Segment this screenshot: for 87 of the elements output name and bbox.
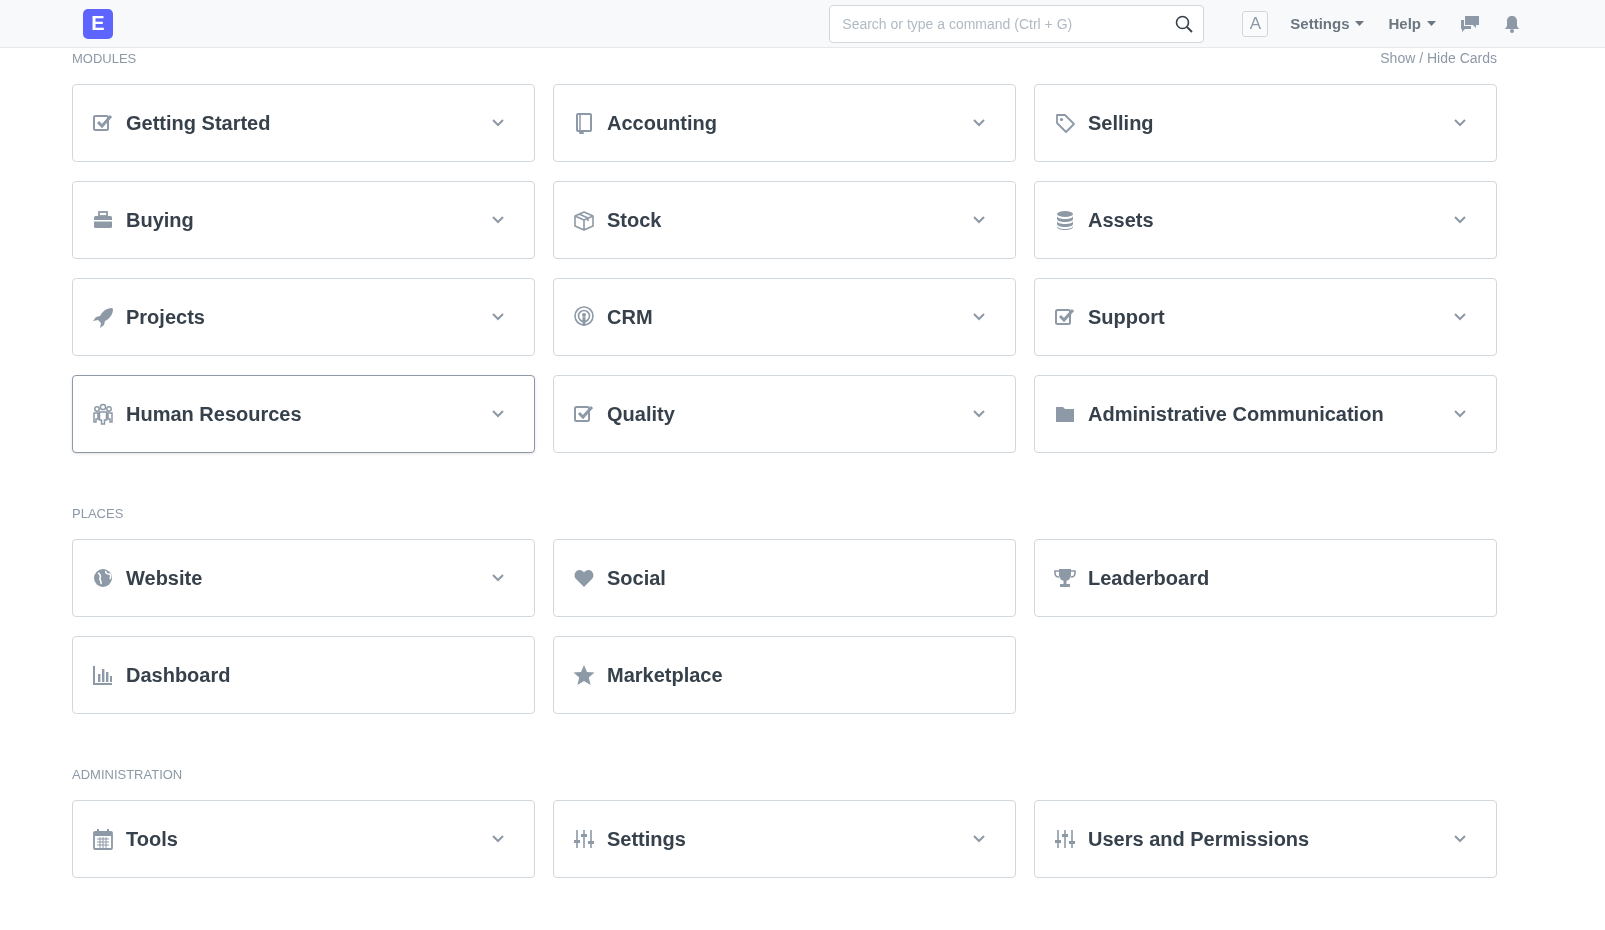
chevron-down-icon[interactable] xyxy=(973,410,985,418)
card-title: Human Resources xyxy=(126,402,303,426)
chevron-down-icon[interactable] xyxy=(492,835,504,843)
chevron-down-icon[interactable] xyxy=(1454,119,1466,127)
sliders-icon xyxy=(1054,828,1076,850)
module-card[interactable]: Leaderboard xyxy=(1034,539,1497,617)
card-title: Quality xyxy=(607,402,676,426)
module-card[interactable]: Users and Permissions xyxy=(1034,800,1497,878)
module-card[interactable]: Getting Started xyxy=(72,84,535,162)
search-icon[interactable] xyxy=(1175,14,1194,33)
app-logo[interactable]: E xyxy=(83,8,113,39)
check-square-icon xyxy=(1054,306,1076,328)
module-card[interactable]: Social xyxy=(553,539,1016,617)
calendar-icon xyxy=(92,828,114,850)
card-title: CRM xyxy=(607,305,654,329)
module-card[interactable]: Human Resources xyxy=(72,375,535,453)
card-title: Accounting xyxy=(607,111,718,135)
card-title: Assets xyxy=(1088,208,1155,232)
card-title: Getting Started xyxy=(126,111,272,135)
chevron-down-icon[interactable] xyxy=(973,216,985,224)
card-title: Support xyxy=(1088,305,1166,329)
star-icon xyxy=(573,664,595,686)
module-card[interactable]: Website xyxy=(72,539,535,617)
card-title: Website xyxy=(126,566,204,590)
chevron-down-icon[interactable] xyxy=(973,313,985,321)
chevron-down-icon[interactable] xyxy=(492,216,504,224)
menu-dropdown[interactable]: Settings xyxy=(1278,15,1377,32)
module-card[interactable]: Selling xyxy=(1034,84,1497,162)
notebook-icon xyxy=(573,112,595,134)
chevron-down-icon[interactable] xyxy=(973,835,985,843)
chat-bubbles-icon[interactable] xyxy=(1460,14,1480,33)
people-icon xyxy=(92,403,114,425)
module-card[interactable]: Dashboard xyxy=(72,636,535,714)
section-heading: MODULES xyxy=(72,50,137,66)
section-heading: ADMINISTRATION xyxy=(72,766,183,782)
module-card[interactable]: Buying xyxy=(72,181,535,259)
chevron-down-icon[interactable] xyxy=(1454,835,1466,843)
tag-icon xyxy=(1054,112,1076,134)
card-title: Projects xyxy=(126,305,206,329)
heart-icon xyxy=(573,567,595,589)
chevron-down-icon[interactable] xyxy=(492,410,504,418)
module-card[interactable]: Assets xyxy=(1034,181,1497,259)
briefcase-icon xyxy=(92,209,114,231)
card-title: Administrative Communication xyxy=(1088,402,1385,426)
caret-icon xyxy=(1355,21,1365,26)
bar-chart-icon xyxy=(92,664,114,686)
section-heading: PLACES xyxy=(72,505,124,521)
module-card[interactable]: Administrative Communication xyxy=(1034,375,1497,453)
bell-icon[interactable] xyxy=(1504,14,1520,33)
module-card[interactable]: CRM xyxy=(553,278,1016,356)
caret-icon xyxy=(1427,21,1436,26)
rocket-icon xyxy=(92,306,114,328)
card-title: Selling xyxy=(1088,111,1155,135)
module-card[interactable]: Stock xyxy=(553,181,1016,259)
check-square-icon xyxy=(573,403,595,425)
sliders-icon xyxy=(573,828,595,850)
module-card[interactable]: Projects xyxy=(72,278,535,356)
chevron-down-icon[interactable] xyxy=(1454,410,1466,418)
card-title: Dashboard xyxy=(126,663,232,687)
database-icon xyxy=(1054,209,1076,231)
card-title: Tools xyxy=(126,827,179,851)
menu-dropdown[interactable]: Help xyxy=(1376,15,1448,32)
card-title: Leaderboard xyxy=(1088,566,1211,590)
globe-icon xyxy=(92,567,114,589)
broadcast-icon xyxy=(573,306,595,328)
module-card[interactable]: Tools xyxy=(72,800,535,878)
card-title: Marketplace xyxy=(607,663,724,687)
module-card[interactable]: Settings xyxy=(553,800,1016,878)
chevron-down-icon[interactable] xyxy=(1454,313,1466,321)
module-card[interactable]: Quality xyxy=(553,375,1016,453)
module-card[interactable]: Accounting xyxy=(553,84,1016,162)
card-title: Buying xyxy=(126,208,195,232)
card-title: Settings xyxy=(607,827,687,851)
chevron-down-icon[interactable] xyxy=(492,313,504,321)
chevron-down-icon[interactable] xyxy=(1454,216,1466,224)
module-card[interactable]: Support xyxy=(1034,278,1497,356)
card-title: Stock xyxy=(607,208,663,232)
check-square-icon xyxy=(92,112,114,134)
box-icon xyxy=(573,209,595,231)
chevron-down-icon[interactable] xyxy=(492,119,504,127)
module-card[interactable]: Marketplace xyxy=(553,636,1016,714)
card-title: Social xyxy=(607,566,667,590)
search-field[interactable]: Search or type a command (Ctrl + G) xyxy=(829,4,1205,43)
card-title: Users and Permissions xyxy=(1088,827,1311,851)
chevron-down-icon[interactable] xyxy=(492,574,504,582)
chevron-down-icon[interactable] xyxy=(973,119,985,127)
trophy-icon xyxy=(1054,567,1076,589)
